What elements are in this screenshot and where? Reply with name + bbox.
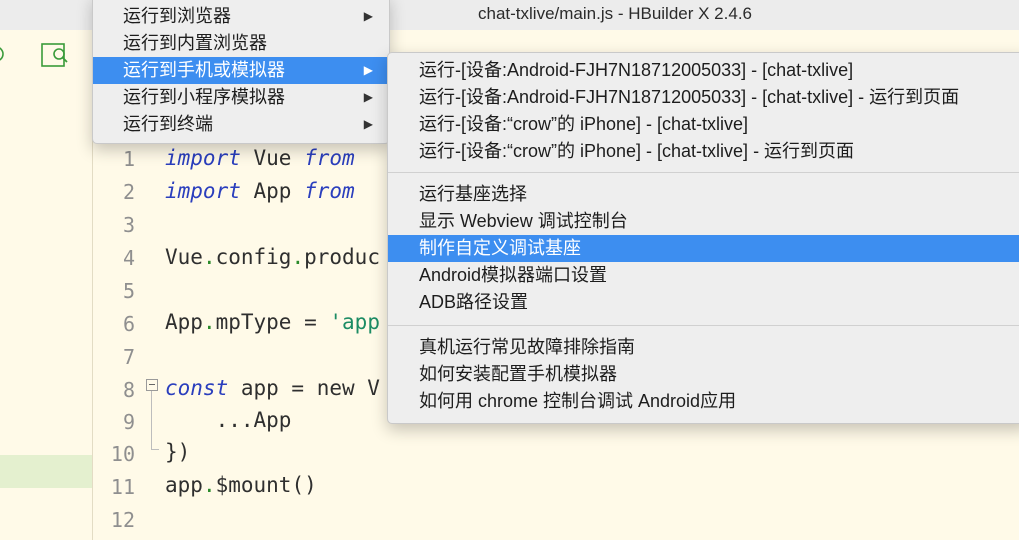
line-number: 2 [122, 180, 135, 204]
menu-item-label: 如何安装配置手机模拟器 [419, 364, 617, 384]
code-token: config [215, 245, 292, 269]
menu-item-label: 运行到浏览器 [123, 6, 231, 26]
menu-item-label: 运行-[设备:Android-FJH7N18712005033] - [chat… [419, 60, 854, 80]
menu-item-label: 制作自定义调试基座 [419, 238, 581, 258]
line-number: 3 [122, 213, 135, 237]
code-token: import [165, 146, 241, 170]
menu-item-label: 运行基座选择 [419, 184, 527, 204]
code-token: app [165, 473, 203, 497]
code-token: App [165, 310, 203, 334]
line-number: 12 [110, 508, 135, 532]
menu-item-install-emulator-guide[interactable]: 如何安装配置手机模拟器 [388, 361, 1019, 388]
menu-item-label: 运行-[设备:“crow”的 iPhone] - [chat-txlive] [419, 114, 749, 134]
menu-item-run-builtin-browser[interactable]: 运行到内置浏览器 [93, 30, 389, 57]
menu-item-run-browser[interactable]: 运行到浏览器 ▶ [93, 3, 389, 30]
code-token: mpType = [215, 310, 330, 334]
code-line-2[interactable]: import App from [165, 179, 355, 203]
code-token: produc [304, 245, 380, 269]
code-line-6[interactable]: App.mpType = 'app [165, 310, 380, 334]
menu-item-label: ADB路径设置 [419, 292, 529, 312]
line-number: 6 [122, 312, 135, 336]
code-token: 'app [329, 310, 380, 334]
menu-item-android-emulator-port[interactable]: Android模拟器端口设置 [388, 262, 1019, 289]
menu-item-label: Android模拟器端口设置 [419, 265, 608, 285]
fold-toggle-icon[interactable] [146, 379, 158, 391]
menu-item-label: 运行到内置浏览器 [123, 33, 267, 53]
menu-item-label: 真机运行常见故障排除指南 [419, 337, 635, 357]
menu-item-label: 运行-[设备:Android-FJH7N18712005033] - [chat… [419, 87, 960, 107]
menu-item-android-run[interactable]: 运行-[设备:Android-FJH7N18712005033] - [chat… [388, 57, 1019, 84]
menu-item-make-custom-base[interactable]: 制作自定义调试基座 [388, 235, 1019, 262]
menu-item-label: 运行到手机或模拟器 [123, 60, 285, 80]
menu-item-run-device[interactable]: 运行到手机或模拟器 ▶ [93, 57, 389, 84]
menu-item-webview-console[interactable]: 显示 Webview 调试控制台 [388, 208, 1019, 235]
line-number: 5 [122, 279, 135, 303]
code-token: Vue [240, 146, 305, 170]
line-number: 1 [122, 147, 135, 171]
sidebar-selected-row[interactable] [0, 455, 92, 488]
menu-item-run-terminal[interactable]: 运行到终端 ▶ [93, 111, 389, 138]
code-line-4[interactable]: Vue.config.produc [165, 245, 380, 269]
code-line-8[interactable]: const app = new V [165, 376, 380, 400]
code-token: const [165, 376, 229, 400]
line-number: 8 [122, 378, 135, 402]
menu-separator [388, 172, 1019, 173]
menu-item-label: 如何用 chrome 控制台调试 Android应用 [419, 391, 737, 411]
menu-item-android-run-page[interactable]: 运行-[设备:Android-FJH7N18712005033] - [chat… [388, 84, 1019, 111]
menu-item-chrome-debug-guide[interactable]: 如何用 chrome 控制台调试 Android应用 [388, 388, 1019, 415]
menu-item-troubleshoot-guide[interactable]: 真机运行常见故障排除指南 [388, 334, 1019, 361]
preview-icon[interactable] [40, 40, 74, 79]
window-title: chat-txlive/main.js - HBuilder X 2.4.6 [478, 4, 752, 23]
code-line-10[interactable]: }) [165, 440, 190, 464]
menu-item-iphone-run-page[interactable]: 运行-[设备:“crow”的 iPhone] - [chat-txlive] -… [388, 138, 1019, 165]
menu-item-iphone-run[interactable]: 运行-[设备:“crow”的 iPhone] - [chat-txlive] [388, 111, 1019, 138]
submenu-arrow-icon: ▶ [363, 117, 373, 131]
menu-item-base-select[interactable]: 运行基座选择 [388, 181, 1019, 208]
submenu-arrow-icon: ▶ [363, 63, 373, 77]
code-token: $mount() [215, 473, 317, 497]
code-token: from [304, 179, 355, 203]
submenu-arrow-icon: ▶ [363, 90, 373, 104]
menu-separator [388, 325, 1019, 326]
forward-icon[interactable] [0, 44, 8, 69]
code-token: Vue [165, 245, 203, 269]
line-number: 11 [110, 475, 135, 499]
fold-guide [151, 391, 152, 449]
menu-item-label: 运行-[设备:“crow”的 iPhone] - [chat-txlive] -… [419, 141, 855, 161]
code-token: from [304, 146, 355, 170]
device-submenu: 运行-[设备:Android-FJH7N18712005033] - [chat… [387, 52, 1019, 424]
menu-item-label: 运行到终端 [123, 114, 213, 134]
code-token: App [240, 179, 305, 203]
run-menu: 运行到浏览器 ▶ 运行到内置浏览器 运行到手机或模拟器 ▶ 运行到小程序模拟器 … [92, 0, 390, 144]
line-number: 7 [122, 345, 135, 369]
menu-item-run-miniprogram[interactable]: 运行到小程序模拟器 ▶ [93, 84, 389, 111]
code-token: app = new V [228, 376, 380, 400]
line-number: 9 [122, 410, 135, 434]
code-line-11[interactable]: app.$mount() [165, 473, 317, 497]
code-line-1[interactable]: import Vue from [165, 146, 355, 170]
code-token: import [165, 179, 241, 203]
menu-item-label: 运行到小程序模拟器 [123, 87, 285, 107]
menu-item-adb-path[interactable]: ADB路径设置 [388, 289, 1019, 316]
code-line-9[interactable]: ...App [165, 408, 292, 432]
line-number: 4 [122, 246, 135, 270]
line-number: 10 [110, 442, 135, 466]
menu-item-label: 显示 Webview 调试控制台 [419, 211, 628, 231]
fold-guide-end [151, 449, 159, 450]
submenu-arrow-icon: ▶ [363, 9, 373, 23]
